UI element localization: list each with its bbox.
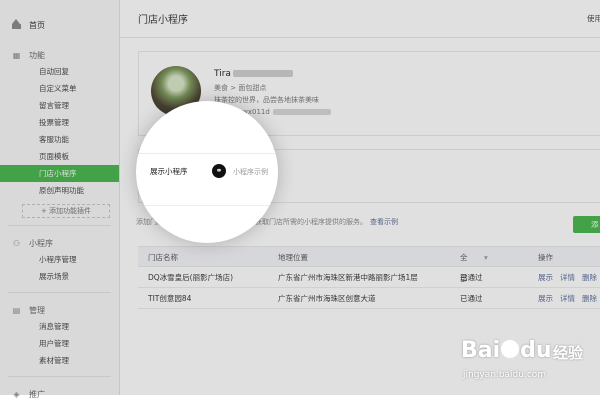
delete-link[interactable]: 删除 [582, 273, 597, 282]
column-store-name: 门店名称 [148, 253, 178, 262]
magnifier-spotlight: 展示小程序 ⚭ 小程序示例 [136, 101, 278, 243]
row-actions: 展示 详情 删除 [538, 288, 600, 309]
miniprogram-icon: ⚇ [12, 238, 21, 248]
page: 首页 ▦ 功能 自动回复 自定义菜单 留言管理 投票管理 客服功能 页面模板 门… [0, 0, 600, 399]
sidebar-item-page-templates[interactable]: 页面模板 [0, 148, 119, 165]
section-title: 功能 [29, 50, 45, 60]
baidu-jingyan-watermark: Bai du 经验 jingyan.baidu.com [461, 330, 600, 390]
sidebar-item-auto-reply[interactable]: 自动回复 [0, 63, 119, 80]
profile-description: 抹茶控的世界，品尝各地抹茶美味 [214, 96, 319, 104]
store-name: TIT创意园84 [148, 294, 192, 303]
section-title: 小程序 [29, 238, 53, 248]
divider [136, 153, 278, 154]
paw-icon [501, 340, 520, 358]
column-location: 地理位置 [278, 253, 308, 262]
store-location: 广东省广州市海珠区创意大道 [278, 294, 376, 303]
profile-category: 美食 > 面包甜点 [214, 84, 267, 92]
blurred-text [272, 109, 331, 115]
store-name: DQ冰雪皇后(丽影广场店) [148, 273, 234, 282]
watermark-cn: 经验 [553, 344, 584, 362]
detail-link[interactable]: 详情 [560, 294, 575, 303]
table-row: TIT创意园84 广东省广州市海珠区创意大道 已通过 展示 详情 删除 [138, 288, 600, 309]
table-row: DQ冰雪皇后(丽影广场店) 广东省广州市海珠区新港中路丽影广场1层 已通过 展示… [138, 267, 600, 288]
store-status: 已通过 [460, 294, 483, 303]
chevron-down-icon: ▾ [484, 253, 488, 262]
sidebar-item-comments[interactable]: 留言管理 [0, 97, 119, 114]
store-location: 广东省广州市海珠区新港中路丽影广场1层 [278, 273, 418, 282]
delete-link[interactable]: 删除 [582, 294, 597, 303]
divider [136, 205, 278, 206]
watermark-brand: Bai du [461, 338, 552, 363]
profile-name: Tira [214, 69, 293, 79]
table-header: 门店名称 地理位置 全部 ▾ 操作 [138, 246, 600, 283]
sidebar-section-manage: ▤ 管理 [0, 302, 119, 318]
brand-text: Bai [461, 338, 501, 363]
add-store-button[interactable]: 添 [573, 216, 600, 233]
sidebar-item-original-declaration[interactable]: 原创声明功能 [0, 182, 119, 199]
store-table: 门店名称 地理位置 全部 ▾ 操作 DQ冰雪皇后(丽影广场店) 广东省广州市海珠区… [138, 246, 600, 309]
section-title: 推广 [29, 389, 45, 399]
miniprogram-logo-icon: ⚭ [212, 164, 226, 178]
page-header: 门店小程序 使用 [120, 0, 600, 38]
page-title: 门店小程序 [138, 15, 188, 26]
help-link[interactable]: 使用 [587, 13, 600, 24]
promote-icon: ◈ [13, 389, 20, 399]
watermark-url: jingyan.baidu.com [463, 370, 547, 380]
grid-icon: ▦ [12, 50, 21, 60]
sidebar-item-miniprogram-manage[interactable]: 小程序管理 [0, 251, 119, 268]
column-actions: 操作 [538, 253, 553, 262]
brand-text-2: du [520, 338, 552, 363]
sidebar-section-features: ▦ 功能 [0, 47, 119, 63]
sidebar-item-home[interactable]: 首页 [0, 15, 119, 35]
add-plugin-button[interactable]: + 添加功能插件 [22, 204, 110, 218]
miniprogram-label-zoom: 展示小程序 [150, 167, 188, 176]
manage-icon: ▤ [12, 305, 21, 315]
sidebar-item-users[interactable]: 用户管理 [0, 335, 119, 352]
sidebar-item-votes[interactable]: 投票管理 [0, 114, 119, 131]
sidebar-item-customer-service[interactable]: 客服功能 [0, 131, 119, 148]
profile-name-text: Tira [214, 69, 231, 79]
divider [8, 225, 111, 226]
divider [8, 376, 111, 377]
row-actions: 展示 详情 删除 [538, 267, 600, 288]
sidebar-item-messages[interactable]: 消息管理 [0, 318, 119, 335]
sidebar: 首页 ▦ 功能 自动回复 自定义菜单 留言管理 投票管理 客服功能 页面模板 门… [0, 0, 120, 399]
view-example-link[interactable]: 查看示例 [370, 218, 398, 226]
show-link[interactable]: 展示 [538, 294, 553, 303]
store-status: 已通过 [460, 273, 483, 282]
divider [8, 292, 111, 293]
sidebar-item-materials[interactable]: 素材管理 [0, 352, 119, 369]
home-icon [12, 19, 21, 29]
sidebar-item-scenes[interactable]: 展示场景 [0, 268, 119, 285]
sidebar-section-miniprogram: ⚇ 小程序 [0, 235, 119, 251]
sidebar-home-label: 首页 [29, 20, 45, 30]
sidebar-section-promote: ◈ 推广 [0, 386, 119, 402]
show-link[interactable]: 展示 [538, 273, 553, 282]
detail-link[interactable]: 详情 [560, 273, 575, 282]
sidebar-item-store-miniprogram[interactable]: 门店小程序 [0, 165, 119, 182]
miniprogram-example-zoom[interactable]: 小程序示例 [233, 167, 268, 177]
section-title: 管理 [29, 305, 45, 315]
sidebar-item-custom-menu[interactable]: 自定义菜单 [0, 80, 119, 97]
blurred-text [232, 70, 293, 77]
